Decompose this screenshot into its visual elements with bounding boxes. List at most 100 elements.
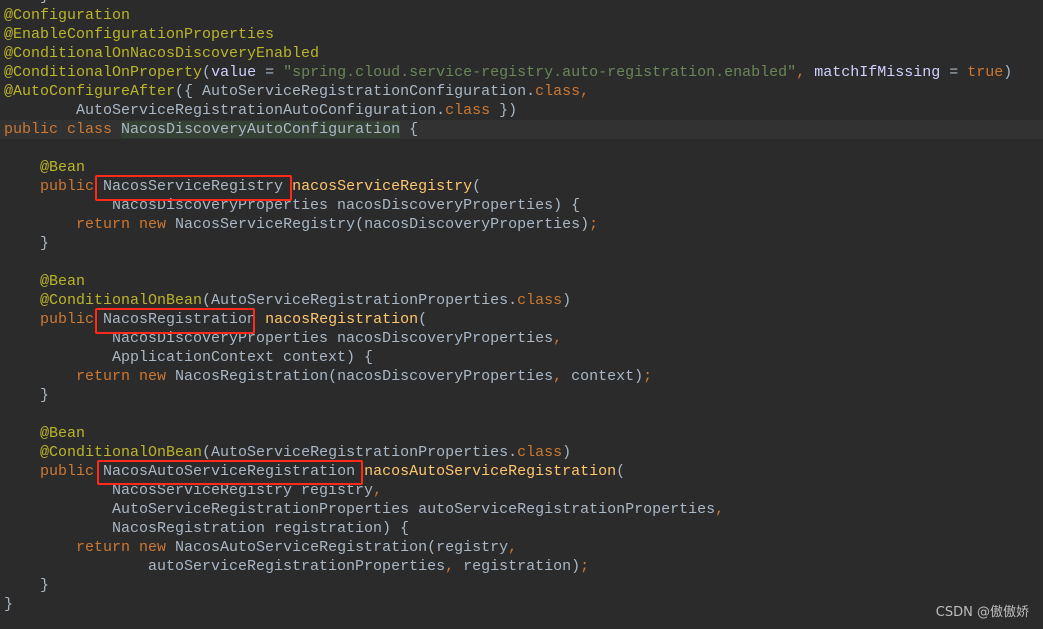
code-token-plain: AutoServiceRegistrationAutoConfiguration… <box>4 102 446 119</box>
code-token-plain: autoServiceRegistrationProperties <box>4 558 446 575</box>
code-token-plain: NacosRegistration registration) { <box>4 520 410 537</box>
code-token-kw: return new <box>76 539 176 556</box>
code-line[interactable]: @EnableConfigurationProperties <box>4 25 1043 44</box>
code-token-plain: { <box>400 121 419 138</box>
code-token-kw: , <box>715 501 725 518</box>
code-token-kw: public class <box>4 121 122 138</box>
code-token-ann: @Bean <box>40 159 86 176</box>
code-token-ann: @Bean <box>40 425 86 442</box>
code-token-plain: ( <box>418 311 428 328</box>
code-token-decl: nacosAutoServiceRegistration <box>364 463 617 480</box>
code-line[interactable]: autoServiceRegistrationProperties, regis… <box>4 557 1043 576</box>
code-token-plain: ( <box>616 463 626 480</box>
code-token-kw: ; <box>643 368 653 385</box>
code-token-decl: nacosRegistration <box>265 311 419 328</box>
code-line[interactable]: NacosRegistration registration) { <box>4 519 1043 538</box>
code-token-plain: ) <box>1003 64 1013 81</box>
code-line[interactable]: return new NacosAutoServiceRegistration(… <box>4 538 1043 557</box>
code-token-ann: @EnableConfigurationProperties <box>4 26 275 43</box>
code-token-plain: ) <box>562 292 572 309</box>
code-token-kw: , <box>580 83 590 100</box>
code-token-kw: , <box>796 64 815 81</box>
code-token-ann: @Bean <box>40 273 86 290</box>
code-line[interactable]: @Bean <box>4 424 1043 443</box>
code-token-plain: } <box>4 0 49 5</box>
code-token-hl: NacosDiscoveryAutoConfiguration <box>121 121 401 138</box>
code-line[interactable]: } <box>4 595 1043 614</box>
watermark: CSDN @傲傲娇 <box>935 605 1029 620</box>
code-token-kw: return new <box>76 368 176 385</box>
code-token-ann: @ConditionalOnNacosDiscoveryEnabled <box>4 45 320 62</box>
code-line[interactable]: @Configuration <box>4 6 1043 25</box>
code-token-str: "spring.cloud.service-registry.auto-regi… <box>283 64 797 81</box>
code-token-plain: ) <box>562 444 572 461</box>
code-token-param: value <box>211 64 257 81</box>
code-line[interactable] <box>4 253 1043 272</box>
code-line[interactable]: } <box>4 386 1043 405</box>
code-token-ann: @ConditionalOnBean <box>40 444 203 461</box>
code-line[interactable]: } <box>4 576 1043 595</box>
code-token-kw: , <box>445 558 464 575</box>
code-token-plain: } <box>4 596 14 613</box>
code-line[interactable]: AutoServiceRegistrationProperties autoSe… <box>4 500 1043 519</box>
code-token-kw: public <box>40 463 104 480</box>
code-token-kw: ; <box>580 558 590 575</box>
code-line[interactable]: public class NacosDiscoveryAutoConfigura… <box>0 120 1043 139</box>
highlight-box-nacos-registration <box>95 308 255 334</box>
highlight-box-nacos-service-registry <box>95 175 292 201</box>
code-token-plain: NacosAutoServiceRegistration(registry <box>175 539 509 556</box>
code-line[interactable]: @ConditionalOnProperty(value = "spring.c… <box>4 63 1043 82</box>
code-line[interactable] <box>4 139 1043 158</box>
code-line[interactable]: @ConditionalOnNacosDiscoveryEnabled <box>4 44 1043 63</box>
code-line[interactable]: } <box>4 234 1043 253</box>
code-token-kw: true <box>967 64 1004 81</box>
code-line[interactable] <box>4 405 1043 424</box>
code-token-kw: return new <box>76 216 176 233</box>
code-token-plain: (AutoServiceRegistrationProperties. <box>202 444 518 461</box>
code-token-plain: = <box>940 64 968 81</box>
code-token-plain: } <box>4 235 50 252</box>
code-token-kw: class <box>517 444 563 461</box>
code-token-plain: AutoServiceRegistrationProperties autoSe… <box>4 501 716 518</box>
highlight-box-nacos-auto-service-registration <box>97 460 363 485</box>
code-token-kw: public <box>40 311 104 328</box>
code-token-plain: ApplicationContext context) { <box>4 349 374 366</box>
code-token-plain: NacosDiscoveryProperties nacosDiscoveryP… <box>4 197 581 214</box>
code-token-ann: @ConditionalOnProperty <box>4 64 203 81</box>
code-token-plain: NacosRegistration(nacosDiscoveryProperti… <box>175 368 554 385</box>
code-token-ann: @ConditionalOnBean <box>40 292 203 309</box>
code-token-param: matchIfMissing <box>814 64 941 81</box>
code-token-decl: nacosServiceRegistry <box>292 178 473 195</box>
code-token-kw: , <box>553 368 572 385</box>
code-token-plain: ({ AutoServiceRegistrationConfiguration. <box>175 83 536 100</box>
code-token-kw: class <box>535 83 581 100</box>
code-token-kw: class <box>517 292 563 309</box>
code-token-plain: ( <box>472 178 482 195</box>
code-token-plain: ( <box>202 64 212 81</box>
code-line[interactable]: ApplicationContext context) { <box>4 348 1043 367</box>
code-line[interactable]: AutoServiceRegistrationAutoConfiguration… <box>4 101 1043 120</box>
code-token-ann: @Configuration <box>4 7 131 24</box>
code-token-plain: (AutoServiceRegistrationProperties. <box>202 292 518 309</box>
code-token-plain: }) <box>490 102 518 119</box>
code-line[interactable]: @Bean <box>4 272 1043 291</box>
code-token-kw: public <box>40 178 104 195</box>
code-line[interactable]: return new NacosRegistration(nacosDiscov… <box>4 367 1043 386</box>
code-editor[interactable]: } @Configuration @EnableConfigurationPrope… <box>0 0 1043 614</box>
code-token-plain: NacosDiscoveryProperties nacosDiscoveryP… <box>4 330 554 347</box>
code-token-plain: } <box>4 577 50 594</box>
code-line[interactable]: @AutoConfigureAfter({ AutoServiceRegistr… <box>4 82 1043 101</box>
code-token-plain: = <box>256 64 284 81</box>
code-token-kw: , <box>508 539 518 556</box>
code-token-ann: @AutoConfigureAfter <box>4 83 176 100</box>
code-line[interactable]: return new NacosServiceRegistry(nacosDis… <box>4 215 1043 234</box>
